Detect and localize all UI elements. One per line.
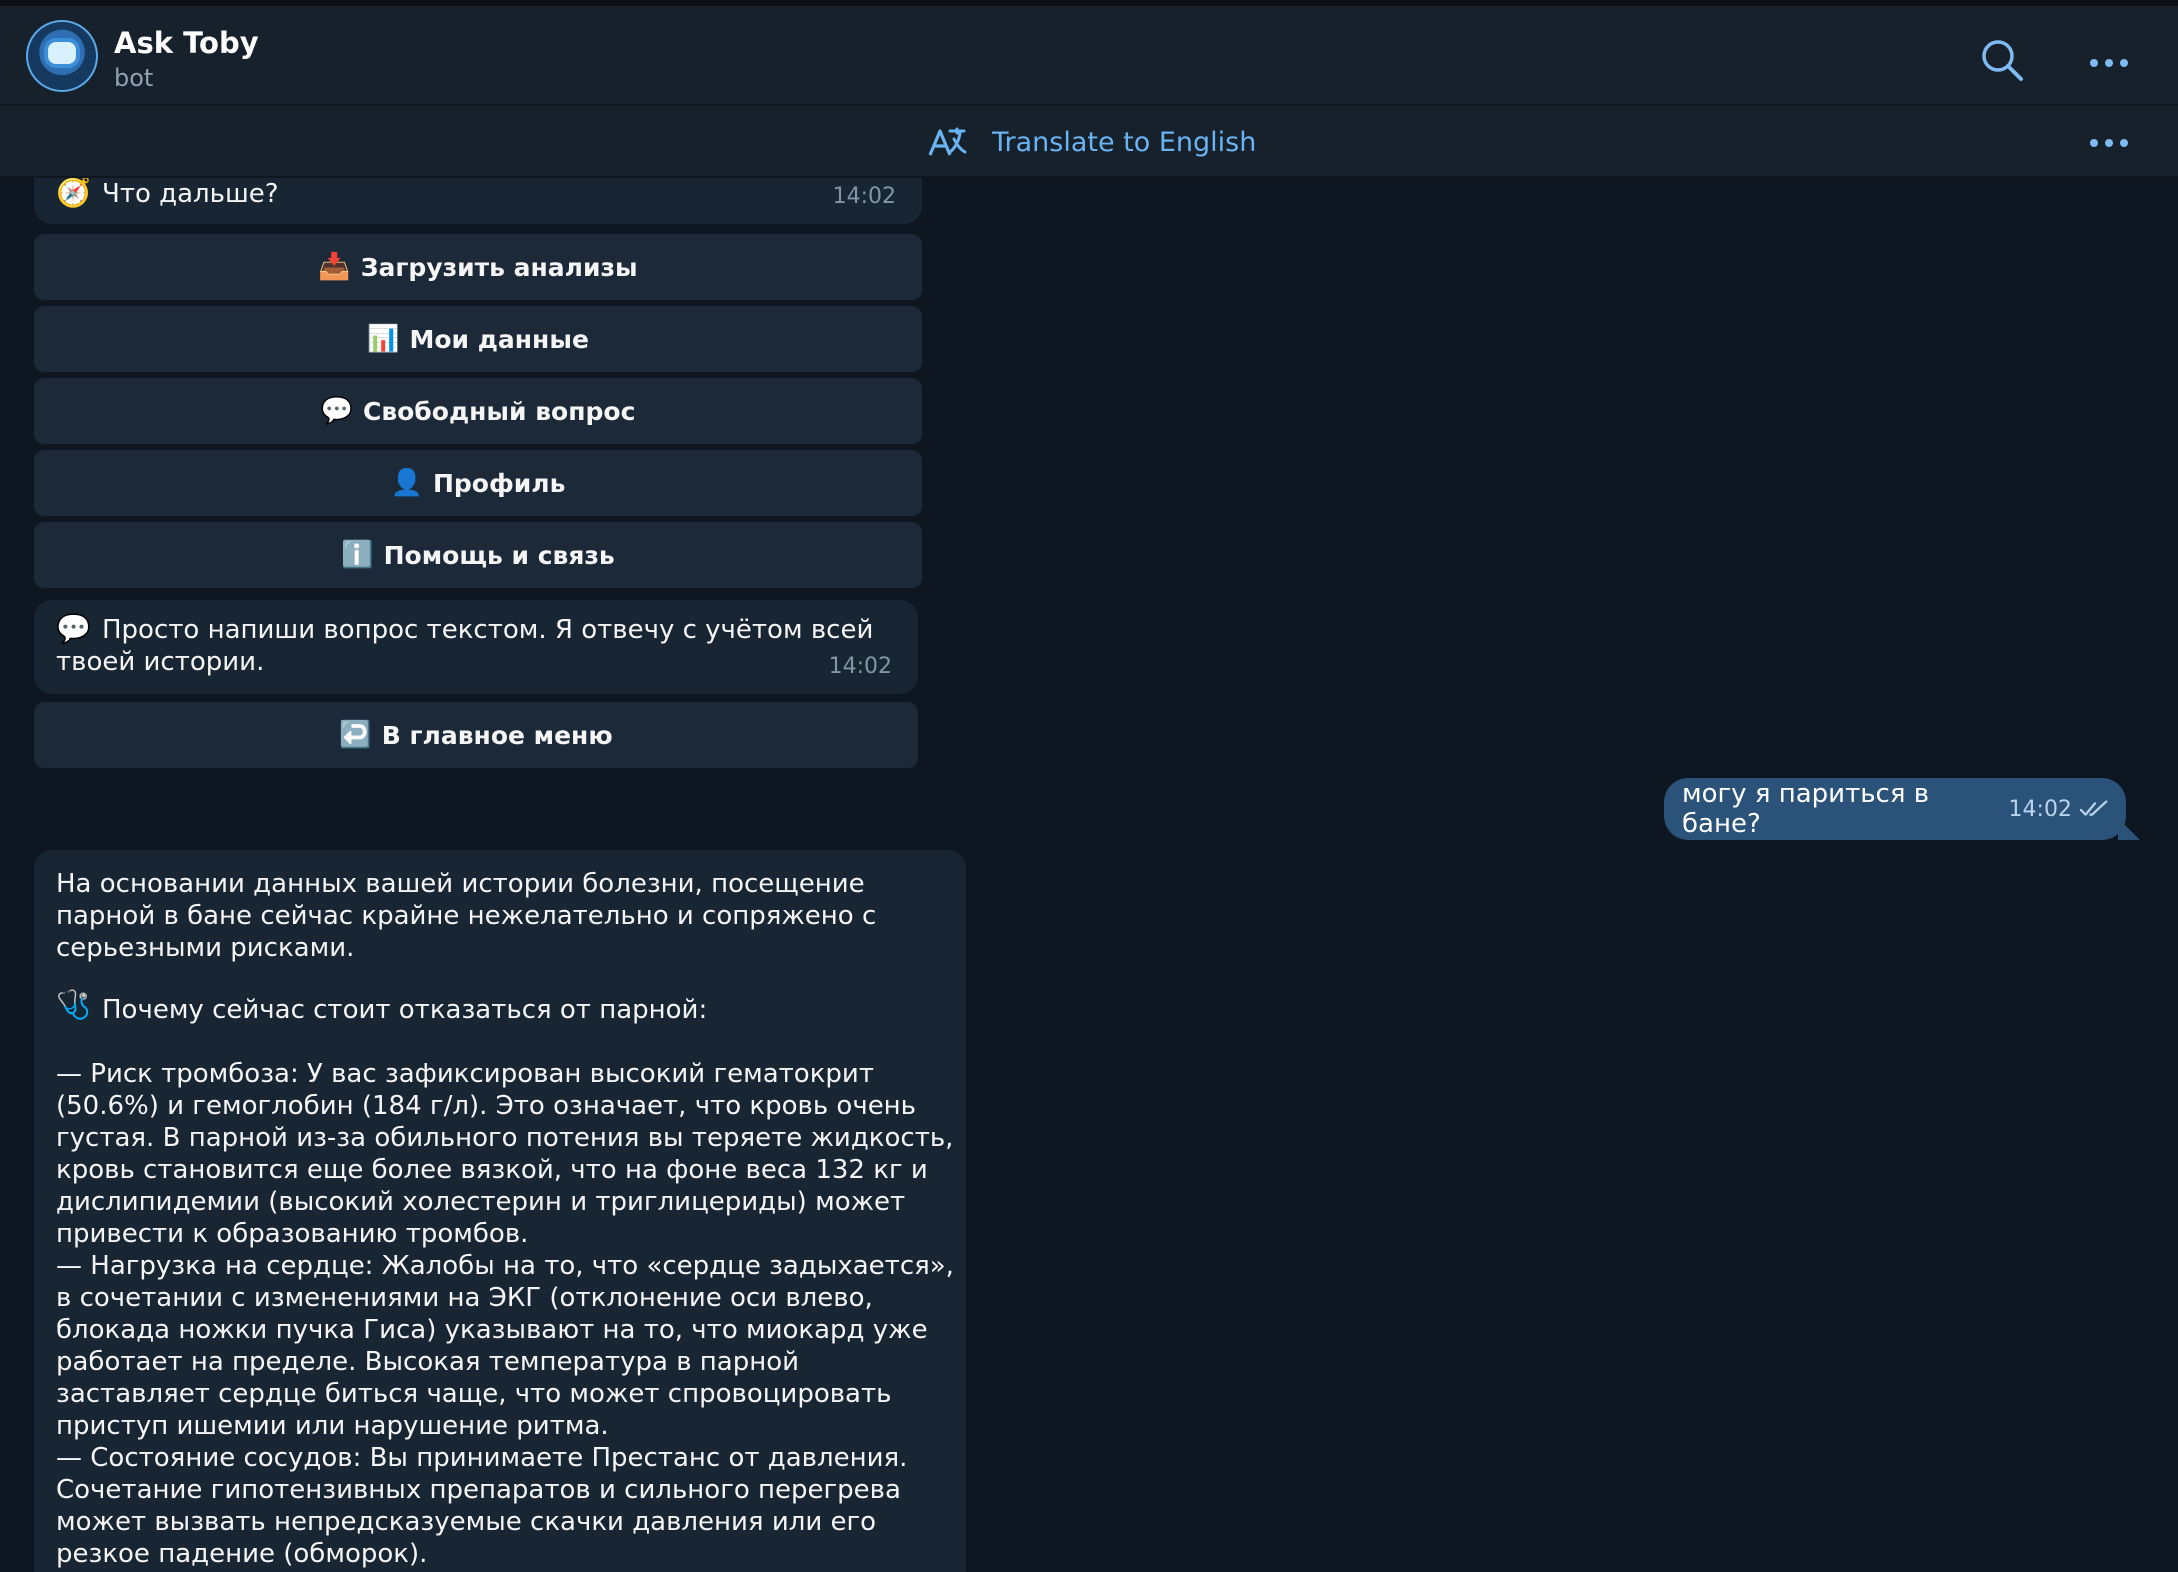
button-label: Загрузить анализы xyxy=(360,252,638,282)
profile-button[interactable]: 👤 Профиль xyxy=(34,450,922,516)
translate-label[interactable]: Translate to English xyxy=(992,127,1256,158)
chat-subtitle: bot xyxy=(114,64,154,92)
message-time: 14:02 xyxy=(828,654,892,679)
chat-title[interactable]: Ask Toby xyxy=(114,26,259,60)
message-answer: На основании данных вашей истории болезн… xyxy=(34,850,966,1572)
compass-icon: 🧭 xyxy=(56,178,91,209)
info-icon: ℹ️ xyxy=(341,540,374,570)
upload-analyses-button[interactable]: 📥 Загрузить анализы xyxy=(34,234,922,300)
double-check-icon xyxy=(2079,800,2108,816)
message-text: Просто напиши вопрос текстом. Я отвечу с… xyxy=(56,615,874,677)
my-data-button[interactable]: 📊 Мои данные xyxy=(34,306,922,372)
chat-header: Ask Toby bot xyxy=(0,6,2178,106)
translate-more-icon[interactable] xyxy=(2090,132,2142,152)
answer-intro: На основании данных вашей истории болезн… xyxy=(56,869,877,963)
message-prompt: 💬 Просто напиши вопрос текстом. Я отвечу… xyxy=(34,600,918,694)
profile-icon: 👤 xyxy=(390,468,423,498)
answer-why-title: Почему сейчас стоит отказаться от парной… xyxy=(102,995,708,1025)
free-question-button[interactable]: 💬 Свободный вопрос xyxy=(34,378,922,444)
help-button[interactable]: ℹ️ Помощь и связь xyxy=(34,522,922,588)
main-menu-button[interactable]: ↩️ В главное меню xyxy=(34,702,918,768)
stethoscope-icon: 🩺 xyxy=(56,988,91,1021)
bot-avatar[interactable] xyxy=(26,20,98,92)
chart-icon: 📊 xyxy=(367,324,400,354)
translate-icon xyxy=(928,127,967,156)
translate-button[interactable]: Translate to English xyxy=(926,120,1256,164)
message-text: Что дальше? xyxy=(102,179,279,209)
speech-bubble-icon: 💬 xyxy=(320,396,353,426)
button-label: Свободный вопрос xyxy=(362,396,636,426)
translate-bar: Translate to English xyxy=(0,106,2178,178)
message-time: 14:02 xyxy=(2008,796,2072,822)
button-label: Помощь и связь xyxy=(383,540,615,570)
button-label: В главное меню xyxy=(381,720,613,750)
upload-icon: 📥 xyxy=(318,252,351,282)
return-icon: ↩️ xyxy=(339,720,372,750)
message-next: 🧭 Что дальше? 14:02 xyxy=(34,178,922,224)
button-label: Профиль xyxy=(432,468,566,498)
outgoing-message: могу я париться в бане? 14:02 xyxy=(1664,778,2140,840)
search-icon[interactable] xyxy=(1978,36,2026,84)
answer-points: — Риск тромбоза: У вас зафиксирован высо… xyxy=(56,1059,954,1569)
button-label: Мои данные xyxy=(409,324,589,354)
message-text: могу я париться в бане? xyxy=(1682,779,1930,839)
message-list[interactable]: 🧭 Что дальше? 14:02 📥 Загрузить анализы … xyxy=(0,178,2178,1572)
message-time: 14:02 xyxy=(832,184,896,209)
more-options-icon[interactable] xyxy=(2090,52,2142,72)
